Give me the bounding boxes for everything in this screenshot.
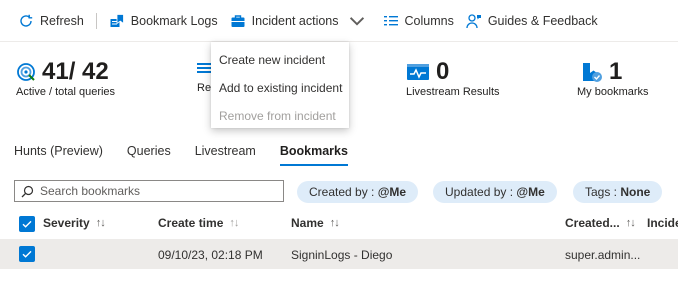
- columns-label: Columns: [404, 13, 454, 28]
- briefcase-icon: [231, 14, 245, 27]
- bookmark-logs-button[interactable]: Bookmark Logs: [103, 7, 224, 35]
- created-by-filter-key: Created by :: [309, 185, 378, 199]
- column-header-incident[interactable]: Incide: [647, 216, 678, 230]
- incident-actions-menu: Create new incident Add to existing inci…: [211, 42, 349, 128]
- livestream-icon: [407, 64, 429, 80]
- table-row[interactable]: 09/10/23, 02:18 PM SigninLogs - Diego su…: [0, 240, 678, 269]
- results-label: Re: [197, 82, 212, 94]
- target-icon: [17, 63, 35, 81]
- created-by-filter-value: @Me: [377, 185, 407, 199]
- bookmark-icon: [583, 63, 602, 82]
- column-header-created-by[interactable]: Created... ↑↓: [565, 216, 636, 230]
- queries-count: 41/ 42: [42, 58, 109, 85]
- created-by-filter[interactable]: Created by : @Me: [297, 181, 419, 203]
- tags-filter-key: Tags :: [585, 185, 621, 199]
- add-to-existing-incident-item[interactable]: Add to existing incident: [211, 74, 349, 102]
- command-bar: Refresh Bookmark Logs Incident actions C…: [0, 0, 678, 42]
- feedback-person-icon: [466, 13, 481, 28]
- guides-feedback-label: Guides & Feedback: [487, 13, 598, 28]
- column-header-name[interactable]: Name ↑↓: [291, 216, 340, 230]
- tags-filter[interactable]: Tags : None: [573, 181, 663, 203]
- search-input[interactable]: [40, 184, 280, 198]
- incident-actions-button[interactable]: Incident actions: [224, 7, 371, 35]
- cell-create-time: 09/10/23, 02:18 PM: [158, 248, 263, 262]
- bookmark-logs-icon: [110, 13, 124, 27]
- column-header-severity[interactable]: Severity ↑↓: [43, 216, 106, 230]
- toolbar-divider: [95, 12, 97, 29]
- column-header-create-time[interactable]: Create time ↑↓: [158, 216, 239, 230]
- created-by-header-label: Created...: [565, 216, 620, 230]
- tab-livestream[interactable]: Livestream: [195, 140, 256, 164]
- tab-bookmarks[interactable]: Bookmarks: [279, 140, 349, 166]
- row-checkbox[interactable]: [19, 246, 35, 262]
- incident-header-label: Incide: [647, 216, 678, 230]
- severity-header-label: Severity: [43, 216, 90, 230]
- checkmark-icon: [22, 220, 32, 228]
- livestream-count: 0: [436, 58, 450, 85]
- results-icon: [197, 63, 211, 73]
- refresh-button[interactable]: Refresh: [12, 7, 90, 35]
- tab-hunts[interactable]: Hunts (Preview): [14, 140, 103, 164]
- columns-icon: [383, 15, 398, 25]
- bookmarks-count: 1: [609, 58, 623, 85]
- refresh-icon: [20, 14, 33, 27]
- search-icon: [21, 185, 34, 197]
- bookmarks-label: My bookmarks: [577, 86, 649, 98]
- bookmarks-metric: 1 My bookmarks: [577, 58, 649, 98]
- sort-icon: ↑↓: [329, 217, 340, 229]
- sort-icon: ↑↓: [625, 217, 636, 229]
- hunting-tabs: Hunts (Preview) Queries Livestream Bookm…: [14, 140, 372, 166]
- remove-from-incident-item: Remove from incident: [219, 109, 336, 123]
- name-header-label: Name: [291, 216, 324, 230]
- cell-name: SigninLogs - Diego: [291, 248, 393, 262]
- updated-by-filter-key: Updated by :: [445, 185, 517, 199]
- updated-by-filter[interactable]: Updated by : @Me: [433, 181, 557, 203]
- sort-icon: ↑↓: [229, 217, 239, 229]
- queries-metric: 41/ 42 Active / total queries: [16, 58, 115, 98]
- livestream-label: Livestream Results: [406, 86, 500, 98]
- columns-button[interactable]: Columns: [377, 7, 460, 35]
- tags-filter-value: None: [620, 185, 651, 199]
- guides-feedback-button[interactable]: Guides & Feedback: [460, 7, 604, 35]
- table-header: Severity ↑↓ Create time ↑↓ Name ↑↓ Created.…: [0, 208, 678, 240]
- checkmark-icon: [22, 250, 32, 258]
- incident-actions-label: Incident actions: [251, 13, 339, 28]
- results-metric: Re: [197, 58, 211, 94]
- tab-queries[interactable]: Queries: [127, 140, 171, 164]
- bookmark-logs-label: Bookmark Logs: [130, 13, 218, 28]
- queries-label: Active / total queries: [16, 86, 116, 98]
- chevron-down-icon: [349, 16, 364, 26]
- sort-icon: ↑↓: [95, 217, 106, 229]
- refresh-label: Refresh: [40, 13, 84, 28]
- select-all-checkbox[interactable]: [19, 216, 35, 232]
- cell-created-by: super.admin...: [565, 248, 641, 262]
- livestream-metric: 0 Livestream Results: [406, 58, 500, 98]
- updated-by-filter-value: @Me: [516, 185, 545, 199]
- create-new-incident-item[interactable]: Create new incident: [211, 46, 349, 74]
- search-box: [14, 180, 284, 202]
- create-time-header-label: Create time: [158, 216, 224, 230]
